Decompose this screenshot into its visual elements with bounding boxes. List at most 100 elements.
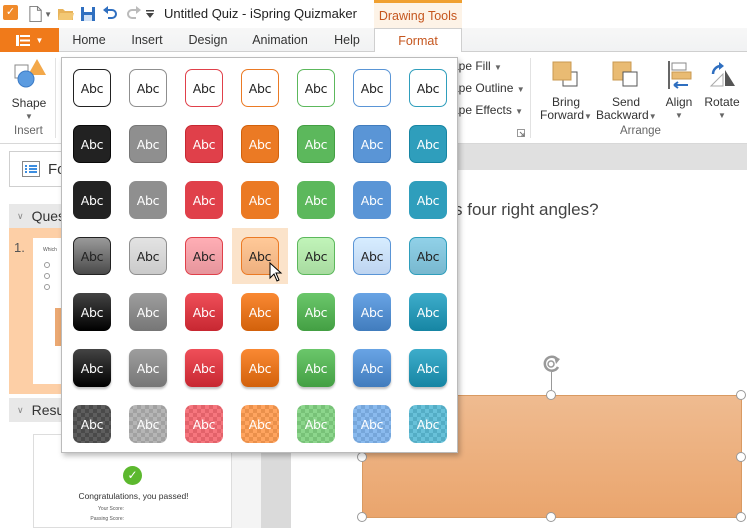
style-swatch-solid-flat-4[interactable]: Abc xyxy=(288,172,344,228)
style-preview: Abc xyxy=(409,405,447,443)
dialog-launcher-icon[interactable] xyxy=(517,126,525,140)
style-preview: Abc xyxy=(353,293,391,331)
style-swatch-gradient-5[interactable]: Abc xyxy=(344,284,400,340)
style-swatch-solid-1[interactable]: Abc xyxy=(120,116,176,172)
style-swatch-gradient-shadow-2[interactable]: Abc xyxy=(176,340,232,396)
style-swatch-gradient-shadow-0[interactable]: Abc xyxy=(64,340,120,396)
style-preview: Abc xyxy=(409,69,447,107)
style-swatch-outline-2[interactable]: Abc xyxy=(176,60,232,116)
style-swatch-solid-flat-5[interactable]: Abc xyxy=(344,172,400,228)
shape-effects-button[interactable]: ape Effects ▼ xyxy=(452,103,523,117)
style-swatch-gradient-shadow-1[interactable]: Abc xyxy=(120,340,176,396)
style-preview: Abc xyxy=(297,293,335,331)
style-swatch-light-gradient-5[interactable]: Abc xyxy=(344,228,400,284)
style-swatch-solid-flat-0[interactable]: Abc xyxy=(64,172,120,228)
style-swatch-gradient-3[interactable]: Abc xyxy=(232,284,288,340)
resize-handle-right[interactable] xyxy=(736,452,746,462)
style-preview: Abc xyxy=(409,349,447,387)
redo-icon[interactable] xyxy=(124,4,144,24)
style-preview: Abc xyxy=(129,405,167,443)
chevron-down-icon: ▼ xyxy=(718,111,726,120)
style-preview: Abc xyxy=(73,405,111,443)
style-swatch-gradient-shadow-3[interactable]: Abc xyxy=(232,340,288,396)
resize-handle-bottom-left[interactable] xyxy=(357,512,367,522)
question-text[interactable]: s four right angles? xyxy=(454,200,599,220)
style-preview: Abc xyxy=(185,237,223,275)
style-swatch-light-gradient-6[interactable]: Abc xyxy=(400,228,456,284)
rotate-handle-icon[interactable] xyxy=(541,354,563,377)
app-icon[interactable]: ✓ xyxy=(3,5,18,20)
style-swatch-solid-5[interactable]: Abc xyxy=(344,116,400,172)
new-document-icon[interactable]: ▼ xyxy=(28,4,52,24)
open-folder-icon[interactable] xyxy=(56,4,76,24)
customize-caret-icon[interactable] xyxy=(145,4,155,24)
style-preview: Abc xyxy=(129,69,167,107)
style-swatch-gradient-2[interactable]: Abc xyxy=(176,284,232,340)
style-swatch-outline-1[interactable]: Abc xyxy=(120,60,176,116)
style-swatch-gradient-0[interactable]: Abc xyxy=(64,284,120,340)
style-swatch-transparent-0[interactable]: Abc xyxy=(64,396,120,452)
style-swatch-transparent-5[interactable]: Abc xyxy=(344,396,400,452)
tab-animation[interactable]: Animation xyxy=(244,28,316,52)
tab-home[interactable]: Home xyxy=(62,28,116,52)
style-preview: Abc xyxy=(73,293,111,331)
resize-handle-top-right[interactable] xyxy=(736,390,746,400)
tab-insert[interactable]: Insert xyxy=(120,28,174,52)
style-swatch-light-gradient-1[interactable]: Abc xyxy=(120,228,176,284)
style-swatch-gradient-6[interactable]: Abc xyxy=(400,284,456,340)
save-icon[interactable] xyxy=(78,4,98,24)
style-swatch-solid-2[interactable]: Abc xyxy=(176,116,232,172)
resize-handle-left[interactable] xyxy=(357,452,367,462)
style-swatch-transparent-2[interactable]: Abc xyxy=(176,396,232,452)
chevron-down-icon: ∨ xyxy=(17,210,24,221)
style-swatch-gradient-shadow-5[interactable]: Abc xyxy=(344,340,400,396)
style-swatch-solid-4[interactable]: Abc xyxy=(288,116,344,172)
style-swatch-solid-flat-2[interactable]: Abc xyxy=(176,172,232,228)
rotate-button[interactable]: Rotate ▼ xyxy=(702,60,742,122)
style-swatch-gradient-4[interactable]: Abc xyxy=(288,284,344,340)
style-swatch-outline-0[interactable]: Abc xyxy=(64,60,120,116)
style-swatch-light-gradient-2[interactable]: Abc xyxy=(176,228,232,284)
style-preview: Abc xyxy=(353,349,391,387)
style-preview: Abc xyxy=(353,69,391,107)
chevron-down-icon: ▼ xyxy=(648,112,657,121)
style-preview: Abc xyxy=(129,237,167,275)
resize-handle-bottom[interactable] xyxy=(546,512,556,522)
style-swatch-outline-5[interactable]: Abc xyxy=(344,60,400,116)
style-swatch-transparent-6[interactable]: Abc xyxy=(400,396,456,452)
style-preview: Abc xyxy=(129,293,167,331)
style-swatch-gradient-shadow-4[interactable]: Abc xyxy=(288,340,344,396)
shape-fill-button[interactable]: ape Fill ▼ xyxy=(452,59,502,73)
style-swatch-outline-4[interactable]: Abc xyxy=(288,60,344,116)
style-swatch-solid-6[interactable]: Abc xyxy=(400,116,456,172)
style-swatch-solid-0[interactable]: Abc xyxy=(64,116,120,172)
resize-handle-top[interactable] xyxy=(546,390,556,400)
resize-handle-bottom-right[interactable] xyxy=(736,512,746,522)
style-swatch-solid-3[interactable]: Abc xyxy=(232,116,288,172)
send-backward-button[interactable]: Send Backward▼ xyxy=(596,60,657,123)
tab-help[interactable]: Help xyxy=(326,28,368,52)
align-button[interactable]: Align ▼ xyxy=(662,60,696,122)
undo-icon[interactable] xyxy=(100,4,120,24)
tab-design[interactable]: Design xyxy=(180,28,236,52)
bring-forward-button[interactable]: Bring Forward▼ xyxy=(540,60,592,123)
style-swatch-outline-3[interactable]: Abc xyxy=(232,60,288,116)
tab-format[interactable]: Format xyxy=(374,28,462,53)
shape-outline-button[interactable]: ape Outline ▼ xyxy=(452,81,525,95)
style-swatch-transparent-1[interactable]: Abc xyxy=(120,396,176,452)
style-swatch-gradient-1[interactable]: Abc xyxy=(120,284,176,340)
style-preview: Abc xyxy=(241,181,279,219)
style-swatch-transparent-4[interactable]: Abc xyxy=(288,396,344,452)
style-swatch-outline-6[interactable]: Abc xyxy=(400,60,456,116)
group-separator xyxy=(55,58,56,138)
style-preview: Abc xyxy=(73,125,111,163)
style-swatch-solid-flat-1[interactable]: Abc xyxy=(120,172,176,228)
style-swatch-transparent-3[interactable]: Abc xyxy=(232,396,288,452)
style-swatch-solid-flat-3[interactable]: Abc xyxy=(232,172,288,228)
style-swatch-light-gradient-4[interactable]: Abc xyxy=(288,228,344,284)
shape-button[interactable]: Shape ▼ xyxy=(8,58,50,123)
file-menu-button[interactable]: ▼ xyxy=(0,28,59,52)
style-swatch-solid-flat-6[interactable]: Abc xyxy=(400,172,456,228)
style-swatch-light-gradient-0[interactable]: Abc xyxy=(64,228,120,284)
style-swatch-gradient-shadow-6[interactable]: Abc xyxy=(400,340,456,396)
